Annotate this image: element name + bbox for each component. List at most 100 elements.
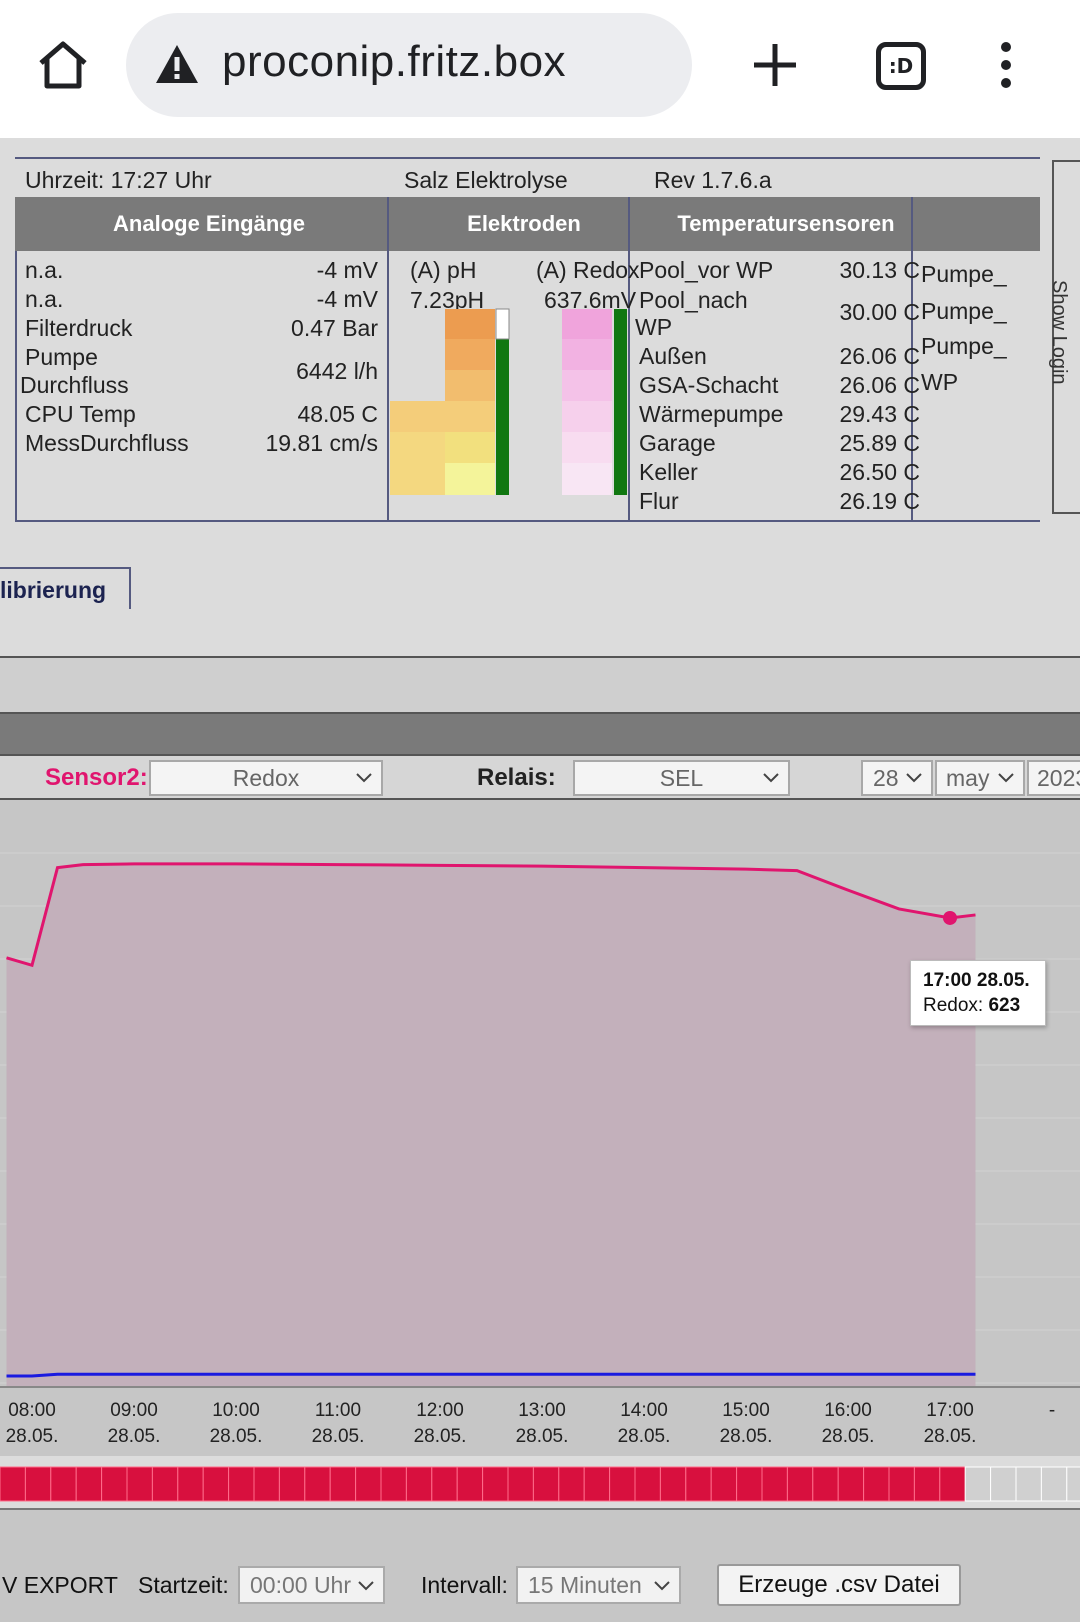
tooltip-time: 17:00 28.05. (923, 970, 1030, 991)
electrodes-header: Elektroden (467, 211, 581, 236)
relay-cell (405, 1466, 433, 1502)
day-select[interactable]: 28 (861, 760, 933, 796)
chevron-down-icon (358, 1581, 374, 1591)
relay-cell (939, 1466, 966, 1502)
month-value: may (946, 765, 990, 791)
relay-cell (456, 1466, 484, 1502)
start-value: 00:00 Uhr (250, 1572, 352, 1598)
spacer-band (0, 658, 1080, 712)
relay-cell (837, 1466, 865, 1502)
chevron-down-icon (906, 773, 922, 783)
temp-label: Wärmepumpe (639, 401, 784, 427)
relay-cell (126, 1466, 153, 1502)
relay-cell (50, 1466, 77, 1502)
temp-label: Flur (639, 488, 679, 514)
temp-label: Pool_vor WP (639, 257, 774, 283)
chart-svg (0, 852, 1080, 1386)
relay-cell (0, 1466, 26, 1502)
x-tick-date: 28.05. (5, 1426, 59, 1447)
address-bar[interactable]: proconip.fritz.box (126, 13, 692, 117)
sensor2-value: Redox (232, 765, 300, 791)
interval-select[interactable]: 15 Minuten (516, 1566, 681, 1604)
sensor2-select[interactable]: Redox (149, 760, 383, 796)
more-menu-icon[interactable] (994, 40, 1018, 90)
hover-point[interactable] (943, 910, 957, 925)
relais-select[interactable]: SEL (573, 760, 790, 796)
x-tick-date: 28.05. (413, 1426, 467, 1447)
interval-value: 15 Minuten (528, 1572, 642, 1598)
analog-value: 6442 l/h (296, 358, 378, 384)
relay-cell (888, 1466, 915, 1502)
temp-label: WP (635, 314, 673, 340)
temp-label: Keller (639, 459, 698, 485)
warning-icon[interactable] (154, 43, 200, 85)
show-login-button[interactable]: Show Login (1048, 160, 1080, 514)
create-csv-button[interactable]: Erzeuge .csv Datei (717, 1564, 961, 1606)
chevron-down-icon (356, 773, 372, 783)
x-tick-date: 28.05. (311, 1426, 365, 1447)
analog-value: 48.05 C (297, 401, 378, 427)
x-tick-time: 08:00 (8, 1400, 56, 1421)
relay-cell (532, 1466, 560, 1502)
start-select[interactable]: 00:00 Uhr (238, 1566, 385, 1604)
temp-label: GSA-Schacht (639, 372, 779, 398)
tooltip-value: 623 (988, 995, 1021, 1016)
x-tick-label: 14:00 28.05. (604, 1398, 684, 1450)
extra-column: Pumpe_ Pumpe_ Pumpe_ WP (913, 251, 1023, 522)
temps-header: Temperatursensoren (677, 211, 895, 236)
x-axis: 08:00 28.05. 09:00 28.05. 10:00 28.05. 11:00 28… (0, 1386, 1080, 1456)
relay-cell (685, 1466, 712, 1502)
extra-label: WP (921, 369, 959, 395)
x-tick-time: 13:00 (518, 1400, 566, 1421)
home-icon[interactable] (36, 38, 90, 92)
relay-cell (913, 1466, 941, 1502)
x-tick-date: 28.05. (515, 1426, 569, 1447)
relay-cell (380, 1466, 407, 1502)
relay-cell (177, 1466, 204, 1502)
temp-value: 26.50 C (839, 459, 920, 485)
relay-cell (278, 1466, 306, 1502)
relay-cell (253, 1466, 280, 1502)
ph-label: (A) pH (410, 257, 477, 283)
url-text[interactable]: proconip.fritz.box (222, 37, 566, 87)
analog-value: 19.81 cm/s (265, 430, 379, 456)
analog-value: -4 mV (316, 257, 378, 283)
relay-cell (558, 1466, 585, 1502)
analog-header: Analoge Eingänge (113, 211, 305, 236)
relay-cell (736, 1466, 763, 1502)
x-tick-date: 28.05. (719, 1426, 773, 1447)
divider (387, 197, 389, 522)
x-tick-label: - (1012, 1398, 1080, 1424)
relay-cell (329, 1466, 357, 1502)
temp-value: 30.13 C (839, 257, 920, 283)
x-tick-label: 16:00 28.05. (808, 1398, 888, 1450)
status-header-row: Uhrzeit: 17:27 Uhr Salz Elektrolyse Rev … (15, 157, 1040, 197)
x-tick-date: 28.05. (617, 1426, 671, 1447)
relay-cell (355, 1466, 382, 1502)
x-tick-date: 28.05. (209, 1426, 263, 1447)
extra-label: Pumpe_ (921, 298, 1007, 324)
x-tick-date: 28.05. (923, 1426, 977, 1447)
x-tick-date: 28.05. (821, 1426, 875, 1447)
x-tick-time: 16:00 (824, 1400, 872, 1421)
tab-switcher-button[interactable]: :D (876, 42, 926, 90)
new-tab-icon[interactable] (752, 42, 798, 88)
relay-cell (659, 1466, 687, 1502)
temp-label: Außen (639, 343, 707, 369)
temp-value: 29.43 C (839, 401, 920, 427)
relay-cell (761, 1466, 788, 1502)
analog-value: -4 mV (316, 286, 378, 312)
tooltip-series: Redox: (923, 995, 989, 1016)
month-select[interactable]: may (935, 760, 1025, 796)
x-tick-time: 12:00 (416, 1400, 464, 1421)
relay-cell (431, 1466, 458, 1502)
start-label: Startzeit: (138, 1572, 229, 1598)
x-tick-label: 15:00 28.05. (706, 1398, 786, 1450)
relay-cell (863, 1466, 890, 1502)
year-select[interactable]: 2023 (1027, 760, 1080, 796)
tab-kalibrierung[interactable]: librierung (0, 567, 131, 609)
relay-cell (228, 1466, 255, 1502)
relay-cell (1015, 1466, 1042, 1502)
analog-label: Pumpe (25, 344, 98, 370)
analog-label: MessDurchfluss (25, 430, 189, 456)
